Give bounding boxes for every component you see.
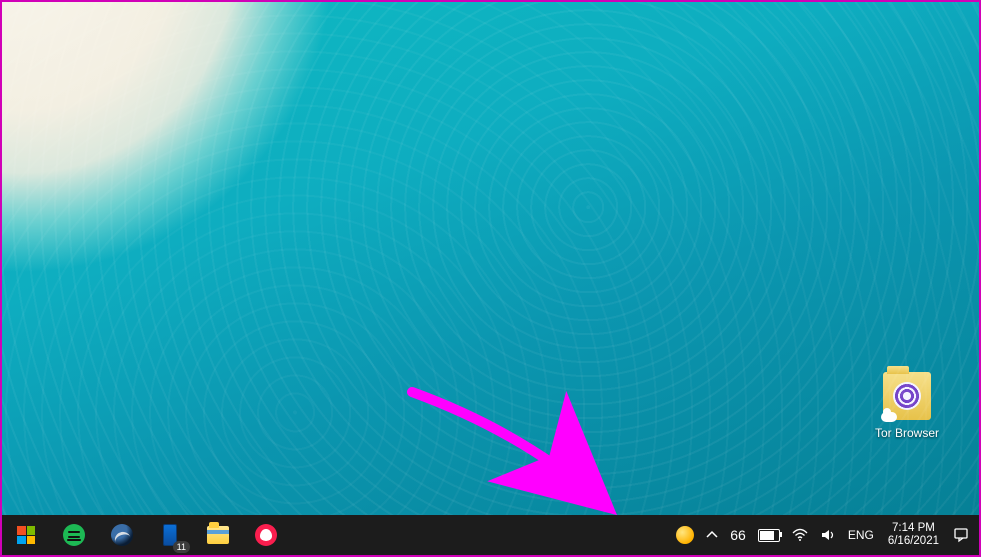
folder-icon bbox=[207, 526, 229, 544]
opera-icon bbox=[255, 524, 277, 546]
temperature-value: 66 bbox=[730, 527, 746, 543]
steam-icon bbox=[111, 524, 133, 546]
weather-tray-icon[interactable] bbox=[670, 515, 700, 555]
speaker-icon bbox=[820, 527, 836, 543]
battery-tray[interactable] bbox=[752, 515, 786, 555]
battery-icon bbox=[758, 529, 780, 542]
language-indicator[interactable]: ENG bbox=[842, 515, 880, 555]
onedrive-sync-icon bbox=[881, 412, 897, 422]
start-button[interactable] bbox=[2, 515, 50, 555]
your-phone-taskbar[interactable]: 11 bbox=[146, 515, 194, 555]
language-label: ENG bbox=[848, 528, 874, 542]
action-center-button[interactable] bbox=[947, 515, 975, 555]
system-tray: 66 ENG bbox=[670, 515, 979, 555]
desktop-icon-label: Tor Browser bbox=[862, 426, 952, 440]
sun-icon bbox=[676, 526, 694, 544]
volume-tray[interactable] bbox=[814, 515, 842, 555]
tor-icon bbox=[893, 382, 921, 410]
folder-icon bbox=[883, 372, 931, 420]
opera-gx-taskbar[interactable] bbox=[242, 515, 290, 555]
tray-overflow-button[interactable] bbox=[700, 515, 724, 555]
wifi-tray[interactable] bbox=[786, 515, 814, 555]
notification-badge: 11 bbox=[173, 541, 190, 553]
notification-icon bbox=[953, 527, 969, 543]
taskbar: 11 66 bbox=[2, 515, 979, 555]
weather-temperature[interactable]: 66 bbox=[724, 515, 752, 555]
tor-browser-shortcut[interactable]: Tor Browser bbox=[862, 372, 952, 440]
clock-time: 7:14 PM bbox=[888, 522, 939, 535]
clock-tray[interactable]: 7:14 PM 6/16/2021 bbox=[880, 522, 947, 548]
screenshot-viewport: Tor Browser bbox=[0, 0, 981, 557]
clock-date: 6/16/2021 bbox=[888, 535, 939, 548]
file-explorer-taskbar[interactable] bbox=[194, 515, 242, 555]
taskbar-pinned-apps: 11 bbox=[2, 515, 290, 555]
windows-logo-icon bbox=[17, 526, 35, 544]
spotify-taskbar[interactable] bbox=[50, 515, 98, 555]
wifi-icon bbox=[792, 527, 808, 543]
chevron-up-icon bbox=[706, 529, 718, 541]
spotify-icon bbox=[63, 524, 85, 546]
steam-taskbar[interactable] bbox=[98, 515, 146, 555]
desktop-wallpaper[interactable]: Tor Browser bbox=[2, 2, 979, 515]
